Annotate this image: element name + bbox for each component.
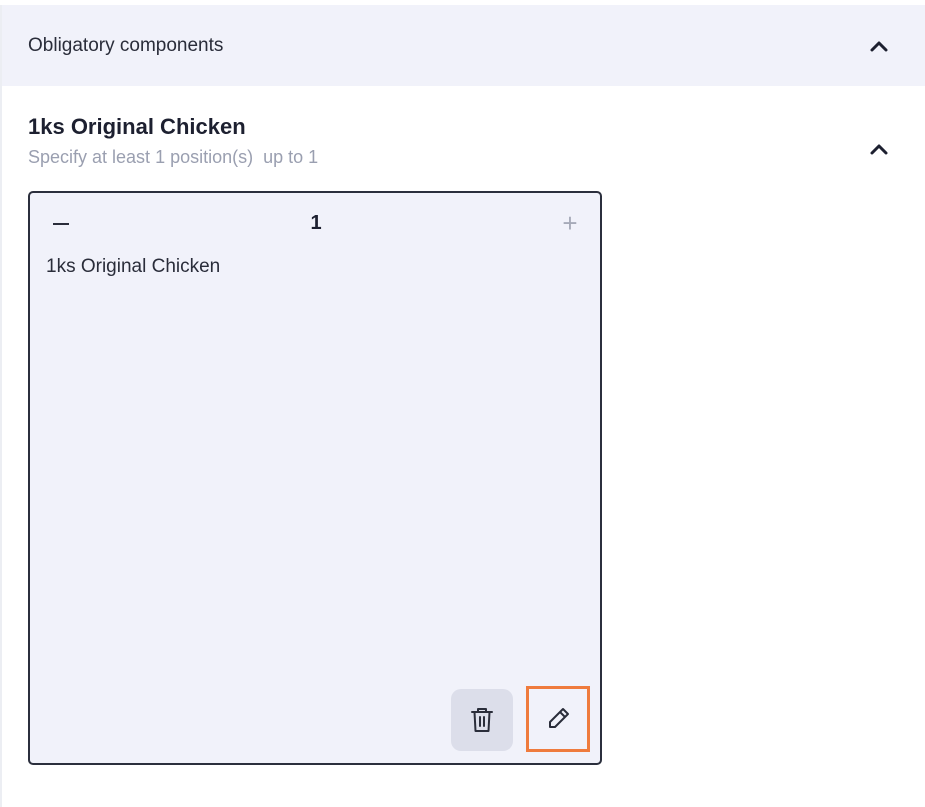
decrease-quantity-button[interactable] xyxy=(50,207,76,235)
chevron-up-icon[interactable] xyxy=(867,34,891,58)
quantity-value: 1 xyxy=(310,212,322,234)
increase-quantity-button[interactable]: + xyxy=(556,209,584,237)
component-card: 1 + 1ks Original Chicken xyxy=(28,191,602,765)
left-divider xyxy=(0,0,2,807)
section-title: Obligatory components xyxy=(28,35,224,56)
trash-icon xyxy=(470,707,494,738)
delete-button[interactable] xyxy=(451,689,513,751)
group-title: 1ks Original Chicken xyxy=(28,114,246,139)
pencil-icon xyxy=(547,706,571,735)
edit-button[interactable] xyxy=(526,686,590,752)
item-name: 1ks Original Chicken xyxy=(46,256,221,277)
chevron-up-icon[interactable] xyxy=(867,137,891,161)
group-subtitle: Specify at least 1 position(s) up to 1 xyxy=(28,147,319,167)
obligatory-components-header[interactable]: Obligatory components xyxy=(2,5,925,86)
